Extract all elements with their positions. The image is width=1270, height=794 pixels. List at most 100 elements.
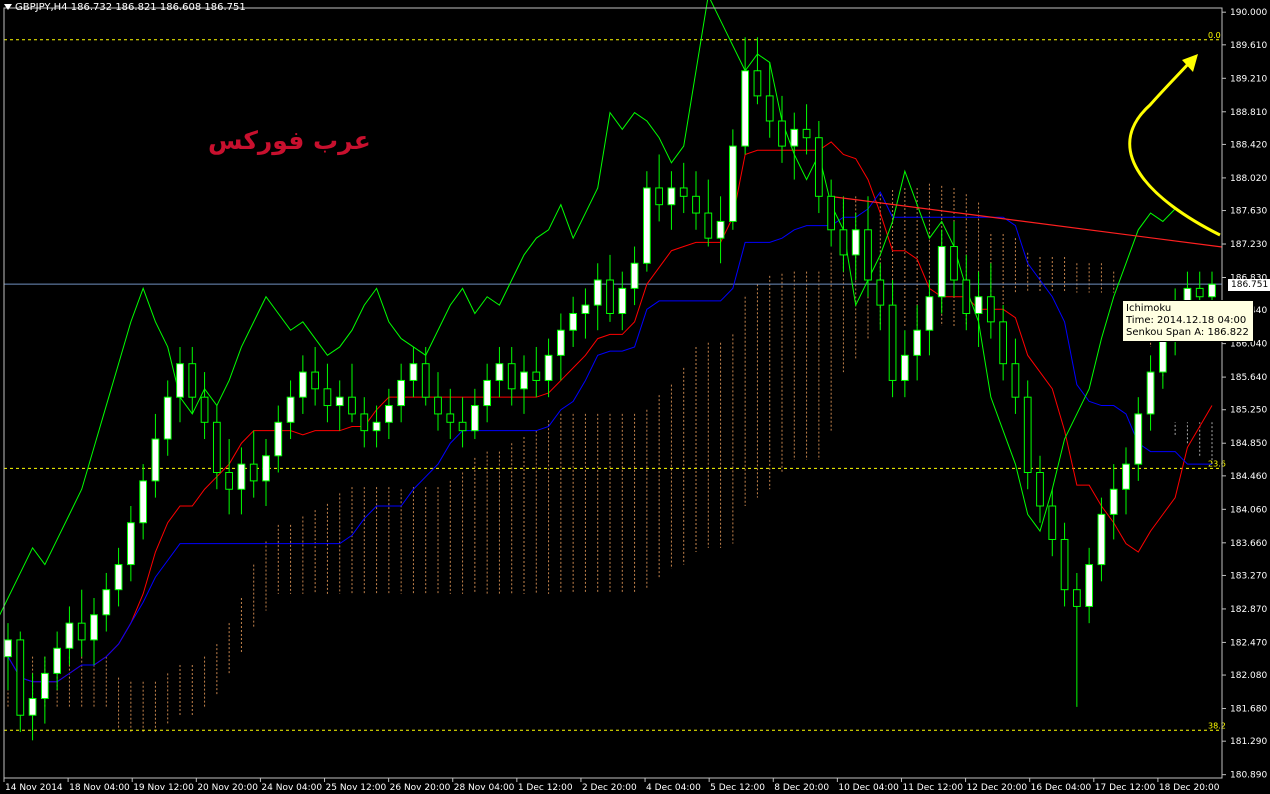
price-tick-label: 188.020 [1230,174,1267,184]
candle-body [114,564,123,591]
time-tick-label: 11 Dec 12:00 [902,783,963,793]
time-tick-label: 8 Dec 20:00 [774,783,829,793]
candle-body [335,396,344,407]
candle-body [1208,283,1216,298]
time-tick-label: 17 Dec 12:00 [1095,783,1156,793]
time-tick-label: 18 Dec 20:00 [1159,783,1220,793]
candle-body [569,312,578,331]
chart-header: GBPJPY,H4 186.732 186.821 186.608 186.75… [4,2,246,13]
candle-body [90,614,98,641]
tooltip-line-1: Ichimoku [1126,303,1172,314]
candle-body [692,195,700,214]
candle-body [642,187,651,264]
candle-body [544,354,553,381]
candle-body [876,279,885,306]
price-tick-label: 184.460 [1230,472,1267,482]
candle-body [827,195,836,231]
candle-body [937,246,946,298]
candle-body [655,187,664,206]
fibonacci-levels: 0.023.638.2 [4,31,1226,731]
candle-body [188,363,197,398]
candle-body [397,379,406,407]
tooltip-line-2: Time: 2014.12.18 04:00 [1126,315,1247,326]
candle-body [409,363,418,381]
candle-body [520,371,528,390]
candle-body [704,212,713,239]
candle-body [470,405,479,432]
candle-body [1195,287,1204,298]
axes: 190.000 189.610 189.210 188.810 188.420 188.0… [3,7,1267,793]
candle-body [1036,472,1044,507]
ohlc-open: 186.732 [70,2,113,13]
current-price-tag: 186.751 [1228,279,1270,291]
candle-body [77,622,86,641]
candle-body [348,396,356,415]
time-tick-label: 28 Nov 04:00 [454,783,515,793]
candle-body [1134,413,1143,465]
indicator-lines [0,0,1213,683]
ohlc-low: 186.608 [159,2,202,13]
time-tick-label: 20 Nov 20:00 [197,783,258,793]
candle-body [176,363,184,398]
candle-body [1122,463,1130,490]
price-tick-label: 185.250 [1230,406,1267,416]
candle-body [446,413,455,423]
candle-body [4,639,12,658]
candle-body [274,421,283,457]
price-chart[interactable]: 0.023.638.2 190.000 189.610 189.210 188.810… [0,0,1270,794]
fibo-label: 38.2 [1208,721,1226,730]
price-tick-label: 185.640 [1230,373,1267,383]
ohlc-high: 186.821 [115,2,157,13]
candle-body [200,396,209,423]
price-tick-label: 188.810 [1230,108,1267,118]
candle-body [1109,488,1118,515]
candle-body [262,455,270,482]
candle-body [495,363,504,381]
candle-body [593,279,602,306]
price-tick-label: 188.420 [1230,140,1267,150]
arrow-curve [1128,60,1221,237]
price-tick-label: 183.270 [1230,571,1267,581]
candle-body [962,279,971,314]
time-tick-label: 10 Dec 04:00 [838,783,899,793]
price-tick-label: 187.630 [1230,207,1267,217]
candle-body [814,137,823,197]
time-tick-label: 14 Nov 2014 [5,783,63,793]
time-tick-label: 5 Dec 12:00 [710,783,765,793]
time-tick-label: 18 Nov 04:00 [69,783,130,793]
candle-body [507,363,516,390]
candle-body [925,296,934,331]
ohlc-close: 186.751 [204,2,246,13]
candle-body [212,421,221,474]
candle-body [839,229,848,256]
candle-body [286,396,295,423]
candle-body [384,405,393,423]
candle-body [900,354,909,381]
candle-body [999,321,1008,365]
candle-body [421,363,430,398]
time-tick-label: 19 Nov 12:00 [133,783,194,793]
candle-body [790,128,799,147]
candle-body [65,622,74,649]
price-tick-label: 184.850 [1230,439,1267,449]
candle-body [581,304,590,314]
candle-body [778,120,786,147]
candle-body [864,229,872,281]
candle-body [1060,538,1069,591]
candle-body [458,421,467,432]
time-tick-label: 25 Nov 12:00 [326,783,387,793]
price-tick-label: 187.230 [1230,240,1267,250]
chevron-down-icon[interactable] [4,4,12,10]
candle-body [323,388,332,407]
price-tick-label: 181.680 [1230,705,1267,715]
price-tick-label: 183.660 [1230,539,1267,549]
time-tick-label: 4 Dec 04:00 [646,783,701,793]
candle-body [679,187,688,197]
time-tick-label: 26 Nov 20:00 [390,783,451,793]
candle-body [630,262,639,289]
tooltip-line-3: Senkou Span A: 186.822 [1126,327,1249,338]
candle-body [126,522,135,566]
candle-body [1048,505,1057,540]
candle-body [28,697,37,716]
candle-body [53,647,62,674]
